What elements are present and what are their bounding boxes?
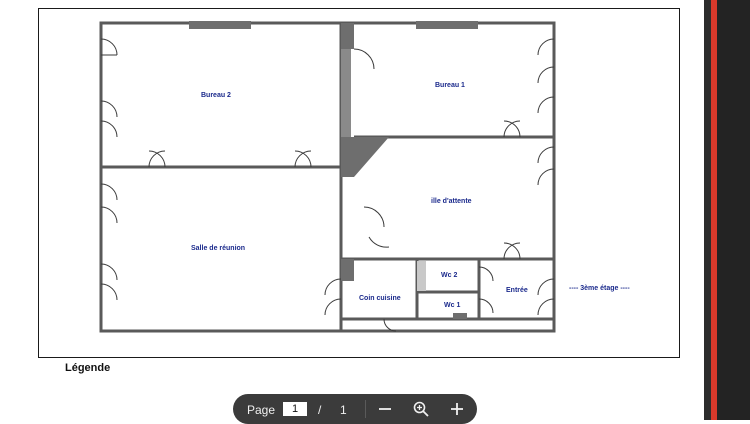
room-label-wc2: Wc 2: [441, 272, 458, 279]
document-viewer: Bureau 2 Bureau 1 ille d'attente Salle d…: [0, 0, 704, 420]
room-label-bureau1: Bureau 1: [435, 82, 465, 89]
room-label-entree: Entrée: [506, 287, 528, 294]
minus-icon: [379, 408, 391, 410]
page-number-input[interactable]: [283, 402, 307, 416]
zoom-out-button[interactable]: [374, 399, 396, 419]
side-panel: [704, 0, 750, 420]
plus-icon: [451, 403, 463, 415]
side-panel-body: [717, 0, 750, 420]
floor-label: ---- 3ème étage ----: [569, 285, 630, 292]
room-label-wc1: Wc 1: [444, 302, 461, 309]
room-label-coin-cuisine: Coin cuisine: [359, 295, 401, 302]
magnifier-icon: [413, 401, 429, 417]
document-page: Bureau 2 Bureau 1 ille d'attente Salle d…: [38, 8, 680, 358]
zoom-in-button[interactable]: [446, 399, 468, 419]
page-separator: /: [318, 403, 322, 417]
floor-plan: [99, 21, 556, 333]
zoom-fit-button[interactable]: [410, 399, 432, 419]
room-label-salle-reunion: Salle de réunion: [191, 245, 246, 252]
legend-title: Légende: [65, 362, 111, 374]
total-pages: 1: [340, 403, 347, 417]
room-label-salle-attente: ille d'attente: [431, 198, 472, 205]
page-label: Page: [247, 403, 276, 417]
toolbar-divider: [365, 400, 366, 418]
room-label-bureau2: Bureau 2: [201, 92, 231, 99]
